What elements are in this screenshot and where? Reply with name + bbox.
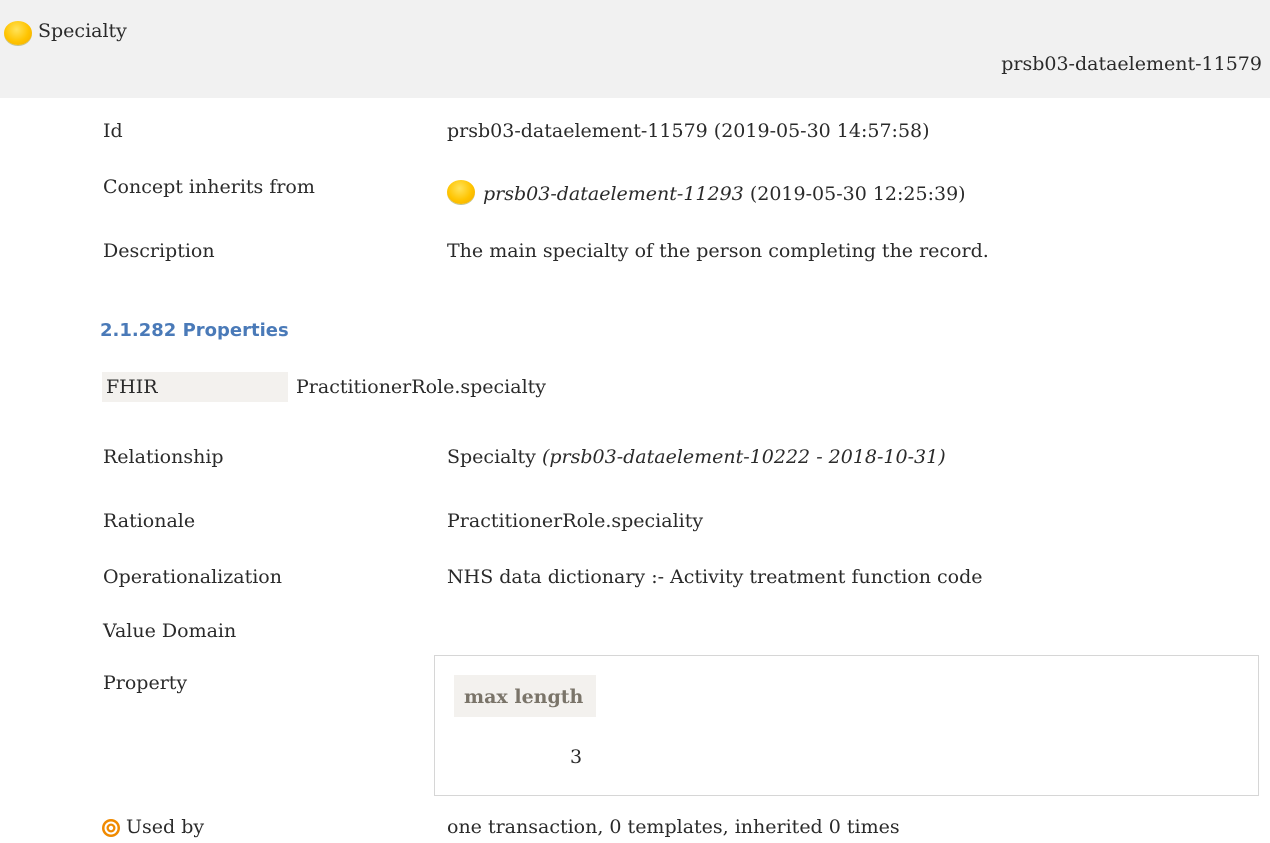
property-label: Property [103, 672, 188, 694]
inherits-label: Concept inherits from [103, 176, 315, 198]
relationship-name: Specialty [447, 446, 536, 468]
concept-status-icon [447, 180, 475, 204]
description-label: Description [103, 240, 215, 262]
rationale-label: Rationale [103, 510, 196, 532]
rationale-value: PractitionerRole.speciality [447, 510, 704, 532]
value-domain-label: Value Domain [103, 620, 237, 642]
fhir-value: PractitionerRole.specialty [296, 376, 547, 398]
concept-status-icon [4, 21, 32, 45]
relationship-value: Specialty (prsb03-dataelement-10222 - 20… [447, 446, 946, 468]
relationship-ref[interactable]: (prsb03-dataelement-10222 - 2018-10-31) [542, 446, 946, 468]
concept-header: Specialty prsb03-dataelement-11579 [0, 0, 1270, 98]
id-label: Id [103, 120, 123, 142]
max-length-header: max length [454, 675, 596, 717]
fhir-label: FHIR [102, 372, 288, 402]
used-by-label: Used by [126, 816, 205, 838]
used-by-value[interactable]: one transaction, 0 templates, inherited … [447, 816, 900, 838]
target-icon [102, 819, 120, 837]
max-length-value: 3 [570, 746, 583, 768]
operationalization-label: Operationalization [103, 566, 282, 588]
id-value: prsb03-dataelement-11579 (2019-05-30 14:… [447, 120, 930, 142]
concept-id: prsb03-dataelement-11579 [1001, 53, 1262, 75]
inherits-value: prsb03-dataelement-11293 (2019-05-30 12:… [447, 180, 966, 205]
properties-heading: 2.1.282 Properties [100, 320, 289, 341]
description-value: The main specialty of the person complet… [447, 240, 989, 262]
concept-title: Specialty [38, 20, 127, 42]
inherits-link[interactable]: prsb03-dataelement-11293 [483, 183, 744, 205]
operationalization-value: NHS data dictionary :- Activity treatmen… [447, 566, 983, 588]
relationship-label: Relationship [103, 446, 224, 468]
inherits-date: (2019-05-30 12:25:39) [749, 183, 966, 205]
property-table: max length 3 [434, 655, 1259, 796]
